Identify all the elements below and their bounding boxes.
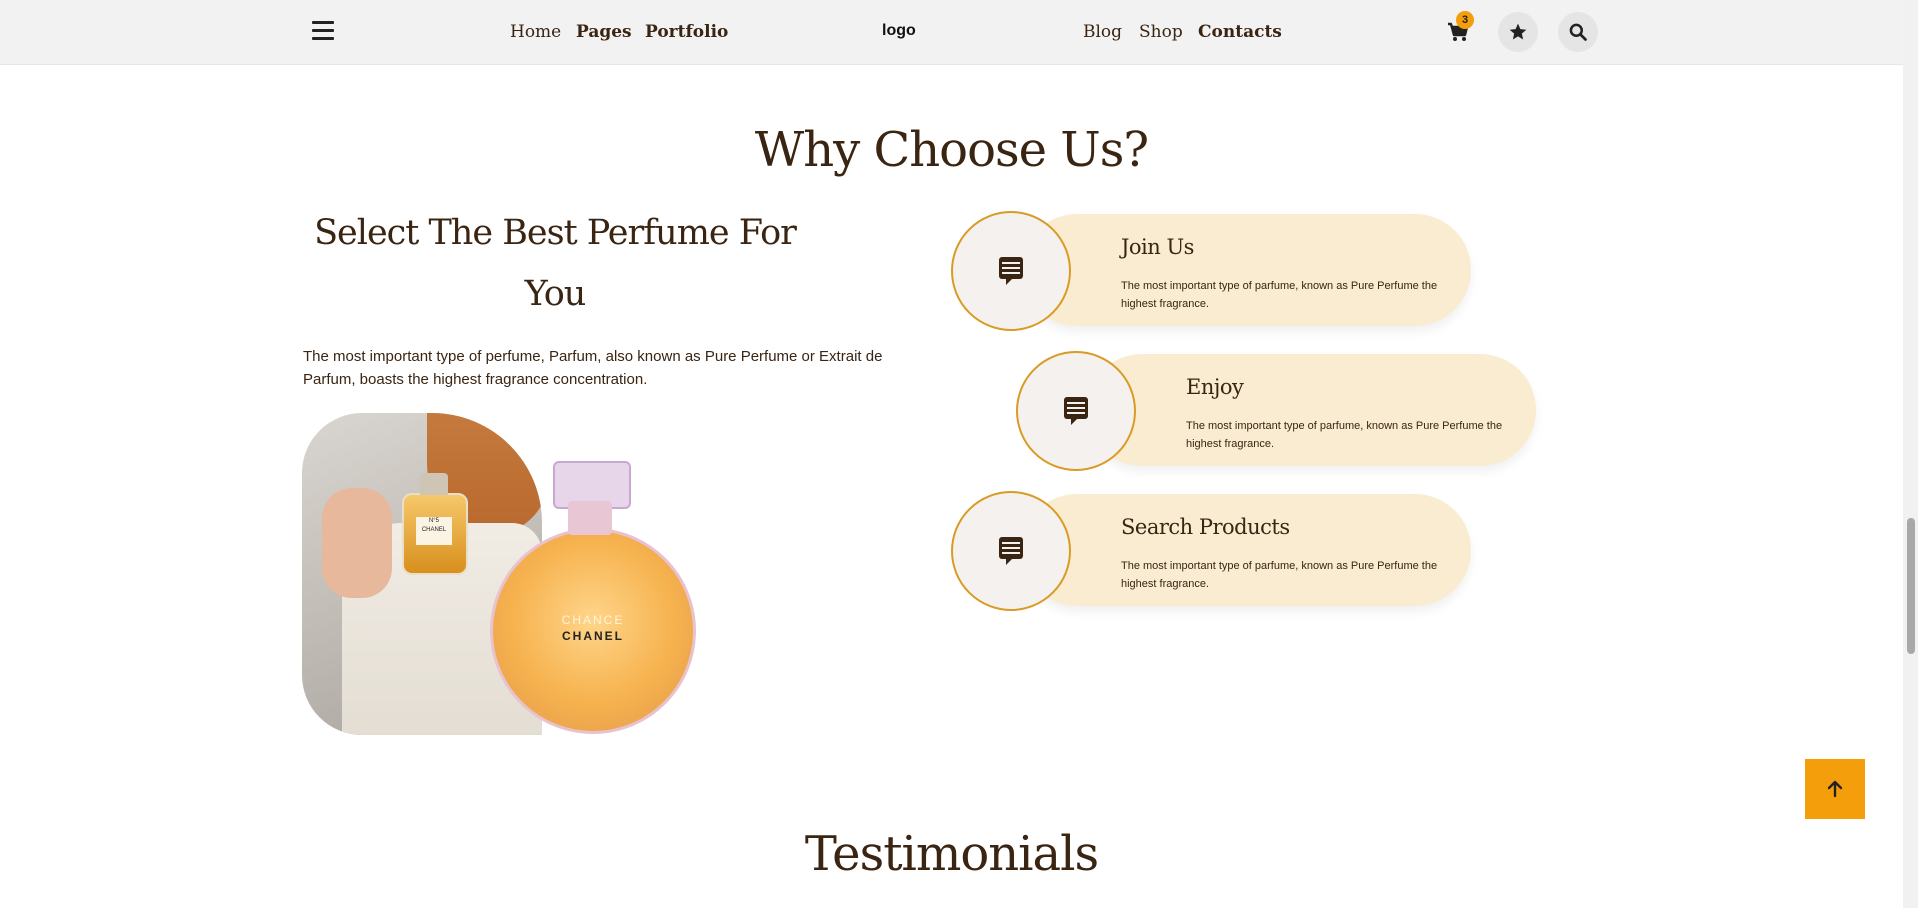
testimonials-heading: Testimonials [804,826,1099,882]
why-choose-us-heading: Why Choose Us? [754,122,1149,178]
feature-icon-circle [951,491,1071,611]
intro-paragraph: The most important type of perfume, Parf… [303,348,883,388]
feature-card-search-products[interactable]: Search Products The most important type … [951,491,1471,611]
feature-icon-circle [951,211,1071,331]
site-logo[interactable]: logo [882,22,916,40]
feature-title: Join Us [1121,235,1194,259]
search-button[interactable] [1558,12,1598,52]
menu-icon[interactable] [312,21,334,41]
chat-icon [999,537,1023,565]
nav-link-contacts[interactable]: Contacts [1198,22,1282,42]
feature-card-join-us[interactable]: Join Us The most important type of parfu… [951,211,1471,331]
feature-description: The most important type of parfume, know… [1186,420,1503,450]
cart-count-badge: 3 [1456,11,1474,29]
nav-link-home[interactable]: Home [510,22,561,42]
scrollbar-thumb[interactable] [1907,518,1915,654]
star-icon [1509,23,1527,40]
round-bottle-line1: CHANCE [561,613,625,627]
round-perfume-bottle: CHANCE CHANEL [490,461,696,734]
back-to-top-button[interactable] [1805,759,1865,819]
feature-icon-circle [1016,351,1136,471]
section-subtitle: Select The Best Perfume For You [314,213,797,314]
wishlist-button[interactable] [1498,12,1538,52]
nav-link-portfolio[interactable]: Portfolio [645,22,728,42]
feature-title: Search Products [1121,515,1290,539]
arrow-up-icon [1827,780,1843,798]
feature-title: Enjoy [1186,375,1244,399]
small-bottle-label: N°5 CHANEL [416,517,452,545]
round-bottle-line2: CHANEL [562,629,624,643]
top-navbar: Home Pages Portfolio logo Blog Shop Cont… [0,0,1903,65]
small-perfume-bottle: N°5 CHANEL [402,473,468,575]
nav-link-shop[interactable]: Shop [1139,22,1183,42]
chat-icon [1064,397,1088,425]
feature-description: The most important type of parfume, know… [1121,280,1438,310]
search-icon [1569,23,1587,41]
feature-card-enjoy[interactable]: Enjoy The most important type of parfume… [1016,351,1536,471]
chat-icon [999,257,1023,285]
page-scrollbar[interactable] [1903,0,1918,908]
nav-link-blog[interactable]: Blog [1083,22,1122,42]
feature-description: The most important type of parfume, know… [1121,560,1438,590]
nav-link-pages[interactable]: Pages [576,22,632,42]
perfume-photo: N°5 CHANEL CHANCE CHANEL [302,413,696,735]
